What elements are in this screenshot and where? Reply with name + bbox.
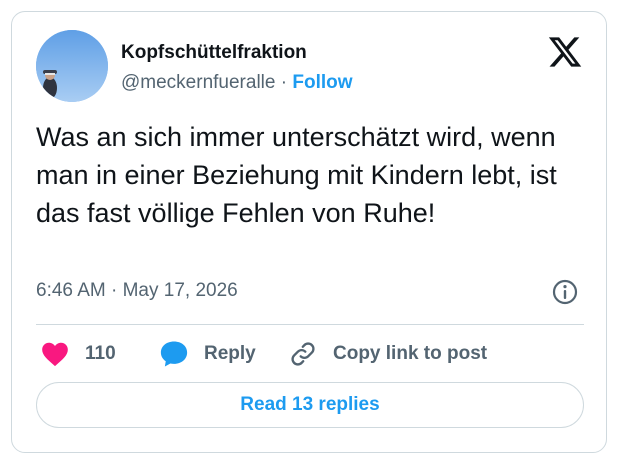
author-handle-row: @meckernfueralle · Follow — [121, 72, 353, 94]
link-icon — [291, 342, 315, 366]
like-button[interactable]: 110 — [41, 339, 116, 369]
avatar-image — [36, 30, 108, 102]
separator-dot: · — [280, 72, 288, 93]
author-handle[interactable]: @meckernfueralle — [121, 72, 275, 93]
speech-bubble-icon — [160, 341, 188, 367]
embedded-post-card: Kopfschüttelfraktion @meckernfueralle · … — [11, 11, 607, 453]
copy-link-label: Copy link to post — [333, 343, 488, 364]
follow-button[interactable]: Follow — [292, 72, 352, 93]
divider — [36, 324, 584, 325]
post-text: Was an sich immer unterschätzt wird, wen… — [36, 122, 557, 228]
heart-icon — [42, 342, 68, 367]
like-count: 110 — [85, 343, 116, 364]
x-logo-icon[interactable] — [547, 34, 583, 70]
copy-link-button[interactable]: Copy link to post — [289, 339, 487, 369]
reply-button[interactable]: Reply — [159, 339, 256, 369]
post-timestamp[interactable]: 6:46 AM · May 17, 2026 — [36, 280, 238, 302]
avatar[interactable] — [36, 30, 108, 102]
reply-label: Reply — [204, 343, 256, 364]
read-replies-button[interactable]: Read 13 replies — [36, 382, 584, 428]
author-display-name[interactable]: Kopfschüttelfraktion — [121, 42, 307, 64]
info-icon[interactable] — [551, 278, 579, 306]
